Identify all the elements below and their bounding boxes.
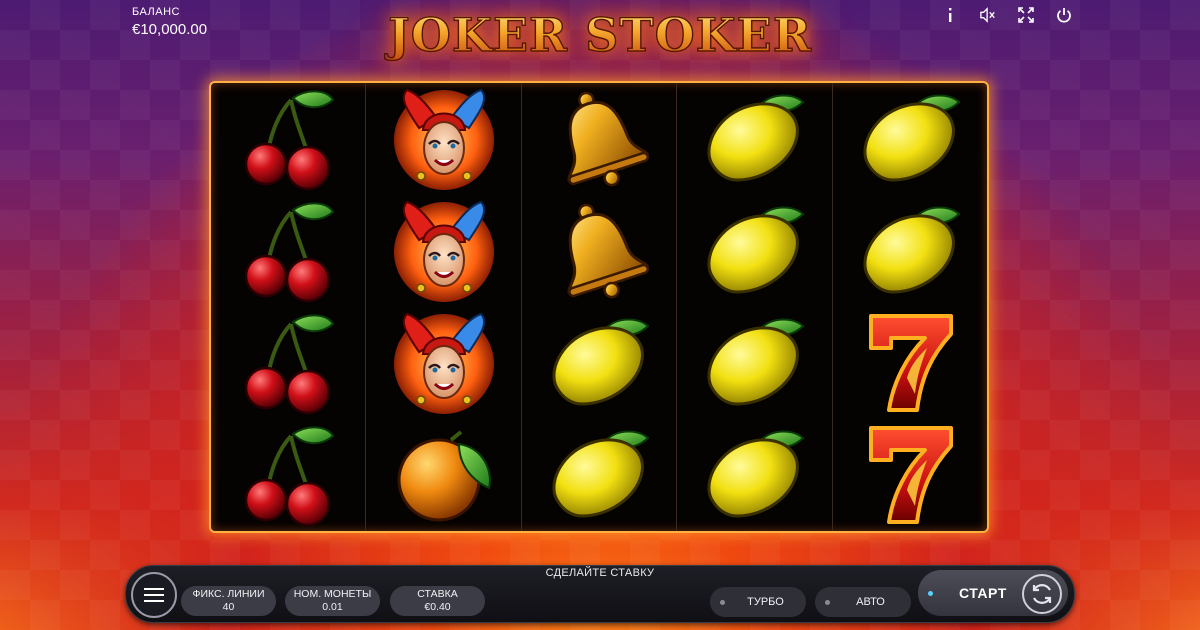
seven-symbol [833,419,987,531]
lines-label: ФИКС. ЛИНИИ [192,588,265,600]
spin-icon [1022,574,1062,614]
lemon-icon [707,206,805,294]
turbo-label: ТУРБО [747,596,784,608]
turbo-toggle[interactable]: ТУРБО [710,587,806,617]
cherry-symbol [211,83,365,195]
cherry-symbol [211,419,365,531]
start-label: СТАРТ [959,585,1007,601]
lemon-symbol [677,419,831,531]
coin-label: НОМ. МОНЕТЫ [293,588,372,600]
bell-symbol [522,195,676,307]
cherry-symbol [211,195,365,307]
lemon-symbol [677,307,831,419]
cherry-symbol [211,307,365,419]
lemon-icon [707,94,805,182]
auto-toggle[interactable]: АВТО [815,587,911,617]
reel-1 [211,83,365,531]
cherry-icon [244,90,335,191]
joker-symbol [366,195,520,307]
bet-label: СТАВКА [417,588,458,600]
reel-5 [831,83,987,531]
lemon-icon [552,430,650,518]
hamburger-icon [144,588,164,602]
cherry-icon [244,202,335,303]
lemon-symbol [677,195,831,307]
top-toolbar [942,6,1072,24]
bell-symbol [522,83,676,195]
lemon-symbol [833,195,987,307]
lemon-symbol [677,83,831,195]
lemon-icon [552,318,650,406]
menu-button[interactable] [131,572,177,618]
joker-symbol [366,307,520,419]
cherry-icon [244,426,335,527]
lines-value: 40 [222,601,235,613]
power-icon[interactable] [1056,6,1072,24]
lemon-icon [863,94,961,182]
bell-icon [567,91,650,187]
start-button[interactable]: СТАРТ [918,570,1068,616]
game-title: JOKER STOKER [387,7,812,63]
reel-4 [676,83,831,531]
orange-symbol [366,419,520,531]
reel-2 [365,83,520,531]
lines-selector[interactable]: ФИКС. ЛИНИИ 40 [181,586,276,616]
sound-muted-icon[interactable] [980,6,996,24]
coin-value-selector[interactable]: НОМ. МОНЕТЫ 0.01 [285,586,380,616]
joker-icon [393,88,494,190]
orange-icon [397,430,491,522]
seven-icon [868,426,953,524]
bet-selector[interactable]: СТАВКА €0.40 [390,586,485,616]
seven-icon [868,314,953,412]
lemon-symbol [833,83,987,195]
cherry-icon [244,314,335,415]
seven-symbol [833,307,987,419]
lemon-symbol [522,419,676,531]
bell-icon [567,203,650,299]
info-icon[interactable] [942,6,958,24]
lemon-icon [707,318,805,406]
reel-3 [520,83,676,531]
lemon-icon [863,206,961,294]
joker-icon [393,312,494,414]
joker-icon [393,200,494,302]
coin-value: 0.01 [322,601,343,613]
start-indicator [928,590,933,596]
fullscreen-icon[interactable] [1018,6,1034,24]
auto-label: АВТО [856,596,885,608]
reel-grid [209,81,989,533]
lemon-symbol [522,307,676,419]
joker-symbol [366,83,520,195]
bet-value: €0.40 [424,601,451,613]
lemon-icon [707,430,805,518]
